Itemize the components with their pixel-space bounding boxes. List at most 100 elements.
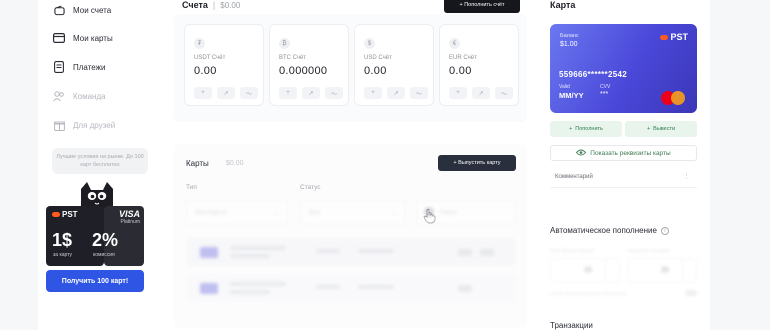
sidebar-item-payments[interactable]: Платежи (53, 57, 105, 77)
replenish-account-button[interactable]: + Пополнить счёт (444, 0, 520, 13)
filter-type-label: Тип (186, 184, 197, 191)
usdt-icon: ₮ (194, 38, 205, 49)
visa-logo: VISA (118, 209, 140, 219)
card-withdraw-label: Вывести (653, 126, 676, 132)
placeholder-line (358, 249, 394, 253)
chart-icon[interactable]: 〜 (325, 87, 343, 99)
show-card-details-button[interactable]: Показать реквизиты карты (550, 145, 697, 161)
send-icon[interactable]: ↗ (217, 87, 235, 99)
team-icon (53, 90, 65, 102)
account-label: BTC Счёт (279, 55, 307, 61)
account-actions: + ↗ 〜 (449, 87, 513, 99)
auto-topup-panel: Если баланс меньше Пополнить на сумму 15… (550, 244, 697, 304)
pst-logo-text: PST (62, 210, 78, 219)
accounts-total: $0.00 (220, 0, 241, 10)
send-icon[interactable]: ↗ (472, 87, 490, 99)
add-icon[interactable]: + (449, 87, 467, 99)
wallet-icon (53, 4, 65, 16)
card-topup-label: Пополнить (575, 126, 603, 132)
card-icon (53, 32, 65, 44)
sidebar-item-label: Платежи (73, 62, 106, 72)
auto-topup-toggle[interactable] (685, 290, 697, 296)
chart-icon[interactable]: 〜 (240, 87, 258, 99)
eur-icon: € (449, 38, 460, 49)
chart-icon[interactable]: 〜 (410, 87, 428, 99)
info-icon[interactable]: i (660, 226, 669, 235)
issue-card-button[interactable]: + Выпустить карту (438, 155, 516, 171)
placeholder-line (458, 249, 472, 256)
visa-tier: Platinum (120, 219, 140, 225)
account-card-eur[interactable]: € EUR Счёт 0.00 + ↗ 〜 (439, 24, 519, 106)
chevron-down-icon: ⌄ (273, 210, 279, 216)
sidebar-item-label: Для друзей (73, 120, 116, 130)
auto-topup-status-label: Статус автоматического пополнения (550, 291, 627, 296)
min-balance-label: Если баланс меньше (550, 248, 595, 253)
cvv-label: CVV (600, 84, 611, 90)
add-icon[interactable]: + (279, 87, 297, 99)
table-row[interactable] (186, 238, 516, 266)
min-balance-value: 15 (584, 267, 592, 274)
transactions-title: Транзакции (550, 321, 593, 330)
sidebar: Мои счета Мои карты Платежи Команда Для … (38, 0, 156, 330)
table-row[interactable] (186, 274, 516, 302)
promo-stat-caption: за карту (53, 252, 73, 258)
plus-icon: + (569, 126, 573, 132)
placeholder-line (458, 285, 472, 292)
comment-label: Комментарий (555, 174, 593, 180)
placeholder-line (230, 254, 270, 258)
title-divider: | (212, 0, 216, 10)
topup-amount-input[interactable]: 20 (627, 258, 697, 283)
min-balance-input[interactable]: 15 (550, 258, 620, 283)
account-label: EUR Счёт (449, 55, 477, 61)
accounts-header: Счета | $0.00 (182, 0, 240, 10)
topup-amount-value: 20 (661, 267, 669, 274)
show-card-details-label: Показать реквизиты карты (590, 149, 671, 157)
card-topup-button[interactable]: + Пополнить (550, 121, 622, 137)
get-100-cards-button[interactable]: Получить 100 карт! (46, 270, 144, 292)
card-withdraw-button[interactable]: + Вывести (625, 121, 697, 137)
sidebar-item-my-accounts[interactable]: Мои счета (53, 0, 111, 20)
account-balance: 0.00 (364, 65, 387, 77)
promo-stat-value: 1$ (52, 230, 73, 250)
account-card-btc[interactable]: ₿ BTC Счёт 0.000000 + ↗ 〜 (269, 24, 349, 106)
promo-visa-card: VISA Platinum 2% комиссия (92, 206, 144, 266)
sidebar-item-label: Мои счета (73, 5, 112, 15)
placeholder-line (230, 282, 286, 286)
receipt-icon (53, 61, 65, 73)
pst-logo-text: PST (670, 32, 688, 42)
account-card-usd[interactable]: $ USD Счёт 0.00 + ↗ 〜 (354, 24, 434, 106)
placeholder-line (230, 246, 286, 250)
sidebar-item-for-friends[interactable]: Для друзей (53, 115, 115, 135)
edit-icon[interactable]: ⋮ (683, 172, 690, 180)
account-actions: + ↗ 〜 (279, 87, 343, 99)
search-input[interactable]: Поиск (416, 200, 516, 225)
stepper-icon[interactable] (605, 259, 619, 282)
cvv-value: *** (600, 91, 609, 98)
usd-icon: $ (364, 38, 375, 49)
sidebar-item-my-cards[interactable]: Мои карты (53, 28, 113, 48)
account-actions: + ↗ 〜 (194, 87, 258, 99)
app-frame: Мои счета Мои карты Платежи Команда Для … (38, 0, 710, 330)
account-card-usdt[interactable]: ₮ USDT Счёт 0.00 + ↗ 〜 (184, 24, 264, 106)
send-icon[interactable]: ↗ (302, 87, 320, 99)
pst-logo: PST (52, 210, 78, 219)
filter-type-value: Все Карты (195, 209, 227, 216)
sidebar-item-team[interactable]: Команда (53, 86, 106, 106)
valid-label: Valid (559, 84, 570, 90)
cards-panel: Карты $0.00 + Выпустить карту Тип Все Ка… (174, 144, 527, 328)
add-icon[interactable]: + (364, 87, 382, 99)
account-label: USDT Счёт (194, 55, 226, 61)
auto-topup-title-text: Автоматическое пополнение (550, 226, 657, 235)
filter-status-select[interactable]: Все ⌄ (300, 200, 406, 225)
add-icon[interactable]: + (194, 87, 212, 99)
filter-type-select[interactable]: Все Карты ⌄ (186, 200, 288, 225)
search-placeholder: Поиск (439, 209, 458, 216)
chart-icon[interactable]: 〜 (495, 87, 513, 99)
placeholder-line (480, 249, 494, 256)
promo-text: Лучшие условия на рынке. До 100 карт бес… (52, 148, 148, 174)
account-balance: 0.00 (194, 65, 217, 77)
send-icon[interactable]: ↗ (387, 87, 405, 99)
chevron-down-icon: ⌄ (391, 210, 397, 216)
card-balance-label: Баланс (560, 33, 579, 39)
stepper-icon[interactable] (682, 259, 696, 282)
